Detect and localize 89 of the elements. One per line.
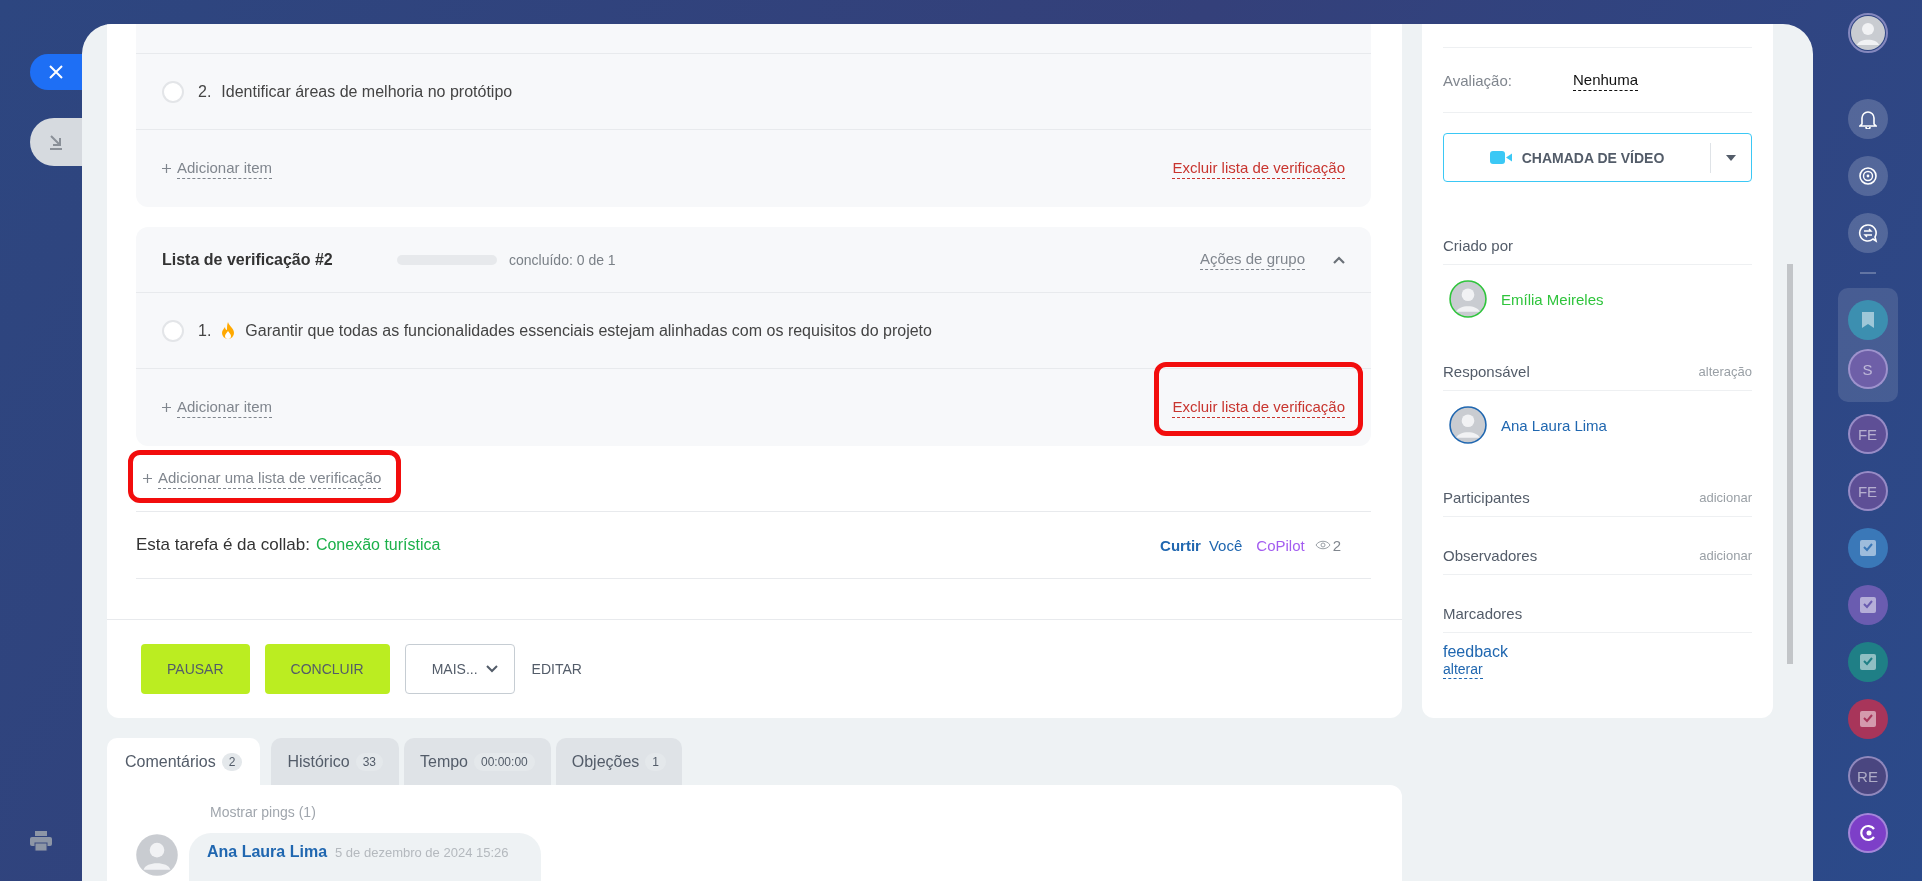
close-button[interactable] xyxy=(30,54,82,90)
eye-icon xyxy=(1314,540,1331,550)
like-link[interactable]: Curtir xyxy=(1160,536,1201,554)
plus-icon xyxy=(143,474,152,483)
copilot-button[interactable] xyxy=(1847,813,1888,853)
copilot-icon xyxy=(1857,823,1878,843)
progress-label: concluído: 0 de 1 xyxy=(509,251,616,268)
tab[interactable]: Objeções 1 xyxy=(555,738,682,785)
group-actions-link[interactable]: Ações de grupo xyxy=(1199,249,1305,270)
add-item-link[interactable]: Adicionar item xyxy=(177,158,273,179)
checklist-title: Lista de verificação #2 xyxy=(162,250,334,269)
section-action-link[interactable]: alteração xyxy=(1698,364,1752,379)
minimize-button[interactable] xyxy=(30,118,82,166)
rating-value[interactable]: Nenhuma xyxy=(1573,69,1639,91)
chat-avatar-button[interactable]: S xyxy=(1847,349,1888,389)
task-icon xyxy=(1858,596,1877,614)
plus-icon xyxy=(162,164,171,173)
task-icon xyxy=(1858,653,1877,671)
task-chat-button[interactable] xyxy=(1847,585,1888,625)
change-tags-link[interactable]: alterar xyxy=(1443,661,1483,679)
video-camera-icon xyxy=(1489,151,1512,164)
chat-avatar-button[interactable]: FE xyxy=(1847,414,1888,454)
tab-count: 00:00:00 xyxy=(474,752,535,771)
spiral-icon xyxy=(1857,166,1878,186)
chevron-icon[interactable] xyxy=(1333,255,1345,264)
section-title: Participantes xyxy=(1443,489,1530,506)
section-action-link[interactable]: adicionar xyxy=(1699,490,1752,505)
checklist-item-text: Garantir que todas as funcionalidades essenciais estejam alinhadas com os requisitos do projeto xyxy=(245,321,932,340)
tag-link[interactable]: feedback xyxy=(1443,643,1508,661)
bookmark-icon xyxy=(1861,312,1874,328)
delete-checklist-link[interactable]: Excluir lista de verificação xyxy=(1172,397,1345,418)
show-pings-link[interactable]: Mostrar pings (1) xyxy=(210,804,316,820)
task-icon xyxy=(1858,539,1877,557)
scrollbar[interactable] xyxy=(1787,264,1793,664)
chat-button[interactable] xyxy=(1847,213,1888,253)
bookmark-button[interactable] xyxy=(1847,300,1888,340)
tab[interactable]: Comentários 2 xyxy=(107,738,261,785)
checklist-item-text: Identificar áreas de melhoria no protótipo xyxy=(221,82,513,101)
chevron-icon xyxy=(485,665,498,673)
avatar-placeholder xyxy=(135,833,179,877)
section-title: Responsável xyxy=(1443,363,1530,380)
rating-label: Avaliação: xyxy=(1443,71,1513,89)
arrow-down-right-icon xyxy=(49,134,63,150)
item-number: 2. xyxy=(198,82,212,101)
more-dropdown[interactable]: MAIS... xyxy=(404,644,515,694)
person-name[interactable]: Ana Laura Lima xyxy=(1501,416,1607,434)
comment-author[interactable]: Ana Laura Lima xyxy=(207,843,328,861)
chat-avatar-button[interactable]: FE xyxy=(1847,471,1888,511)
action-button[interactable]: PAUSAR xyxy=(141,644,250,694)
tab-count: 33 xyxy=(355,752,383,771)
tab[interactable]: Tempo 00:00:00 xyxy=(404,738,551,785)
avatar-placeholder xyxy=(1849,15,1886,51)
tab-count: 1 xyxy=(645,752,666,771)
edit-button[interactable]: EDITAR xyxy=(529,644,584,694)
collab-label: Esta tarefa é da collab: xyxy=(136,535,310,555)
notifications-button[interactable] xyxy=(1847,99,1888,139)
video-call-button[interactable]: CHAMADA DE VÍDEO xyxy=(1443,133,1752,182)
tab[interactable]: Histórico 33 xyxy=(271,738,399,785)
collab-link[interactable]: Conexão turística xyxy=(315,536,441,554)
section-title: Marcadores xyxy=(1443,605,1523,622)
task-icon xyxy=(1858,710,1877,728)
activity-button[interactable] xyxy=(1847,156,1888,196)
checkbox[interactable] xyxy=(162,80,184,103)
task-chat-button[interactable] xyxy=(1847,699,1888,739)
task-chat-button[interactable] xyxy=(1847,642,1888,682)
liker-name[interactable]: Você xyxy=(1208,536,1243,554)
liker-name[interactable]: CoPilot xyxy=(1256,536,1305,554)
chat-avatar-button[interactable]: RE xyxy=(1847,756,1888,796)
view-count: 2 xyxy=(1332,536,1341,554)
caret-icon[interactable] xyxy=(1726,154,1736,161)
plus-icon xyxy=(162,403,171,412)
add-checklist-link[interactable]: Adicionar uma lista de verificação xyxy=(158,468,382,489)
close-icon xyxy=(49,65,63,79)
add-item-link[interactable]: Adicionar item xyxy=(177,397,273,418)
delete-checklist-link[interactable]: Excluir lista de verificação xyxy=(1172,158,1345,179)
section-title: Criado por xyxy=(1443,237,1514,254)
comment-date: 5 de dezembro de 2024 15:26 xyxy=(335,845,509,860)
chat-icon xyxy=(1857,223,1878,243)
checkbox[interactable] xyxy=(162,319,184,342)
bell-icon xyxy=(1858,109,1877,129)
section-title: Observadores xyxy=(1443,547,1538,564)
avatar-placeholder xyxy=(1449,280,1487,318)
action-button[interactable]: CONCLUIR xyxy=(264,644,390,694)
item-number: 1. xyxy=(198,321,212,340)
task-chat-button[interactable] xyxy=(1847,528,1888,568)
tab-count: 2 xyxy=(221,752,243,771)
section-action-link[interactable]: adicionar xyxy=(1699,548,1752,563)
avatar-placeholder xyxy=(1449,406,1487,444)
print-icon[interactable] xyxy=(30,831,52,851)
